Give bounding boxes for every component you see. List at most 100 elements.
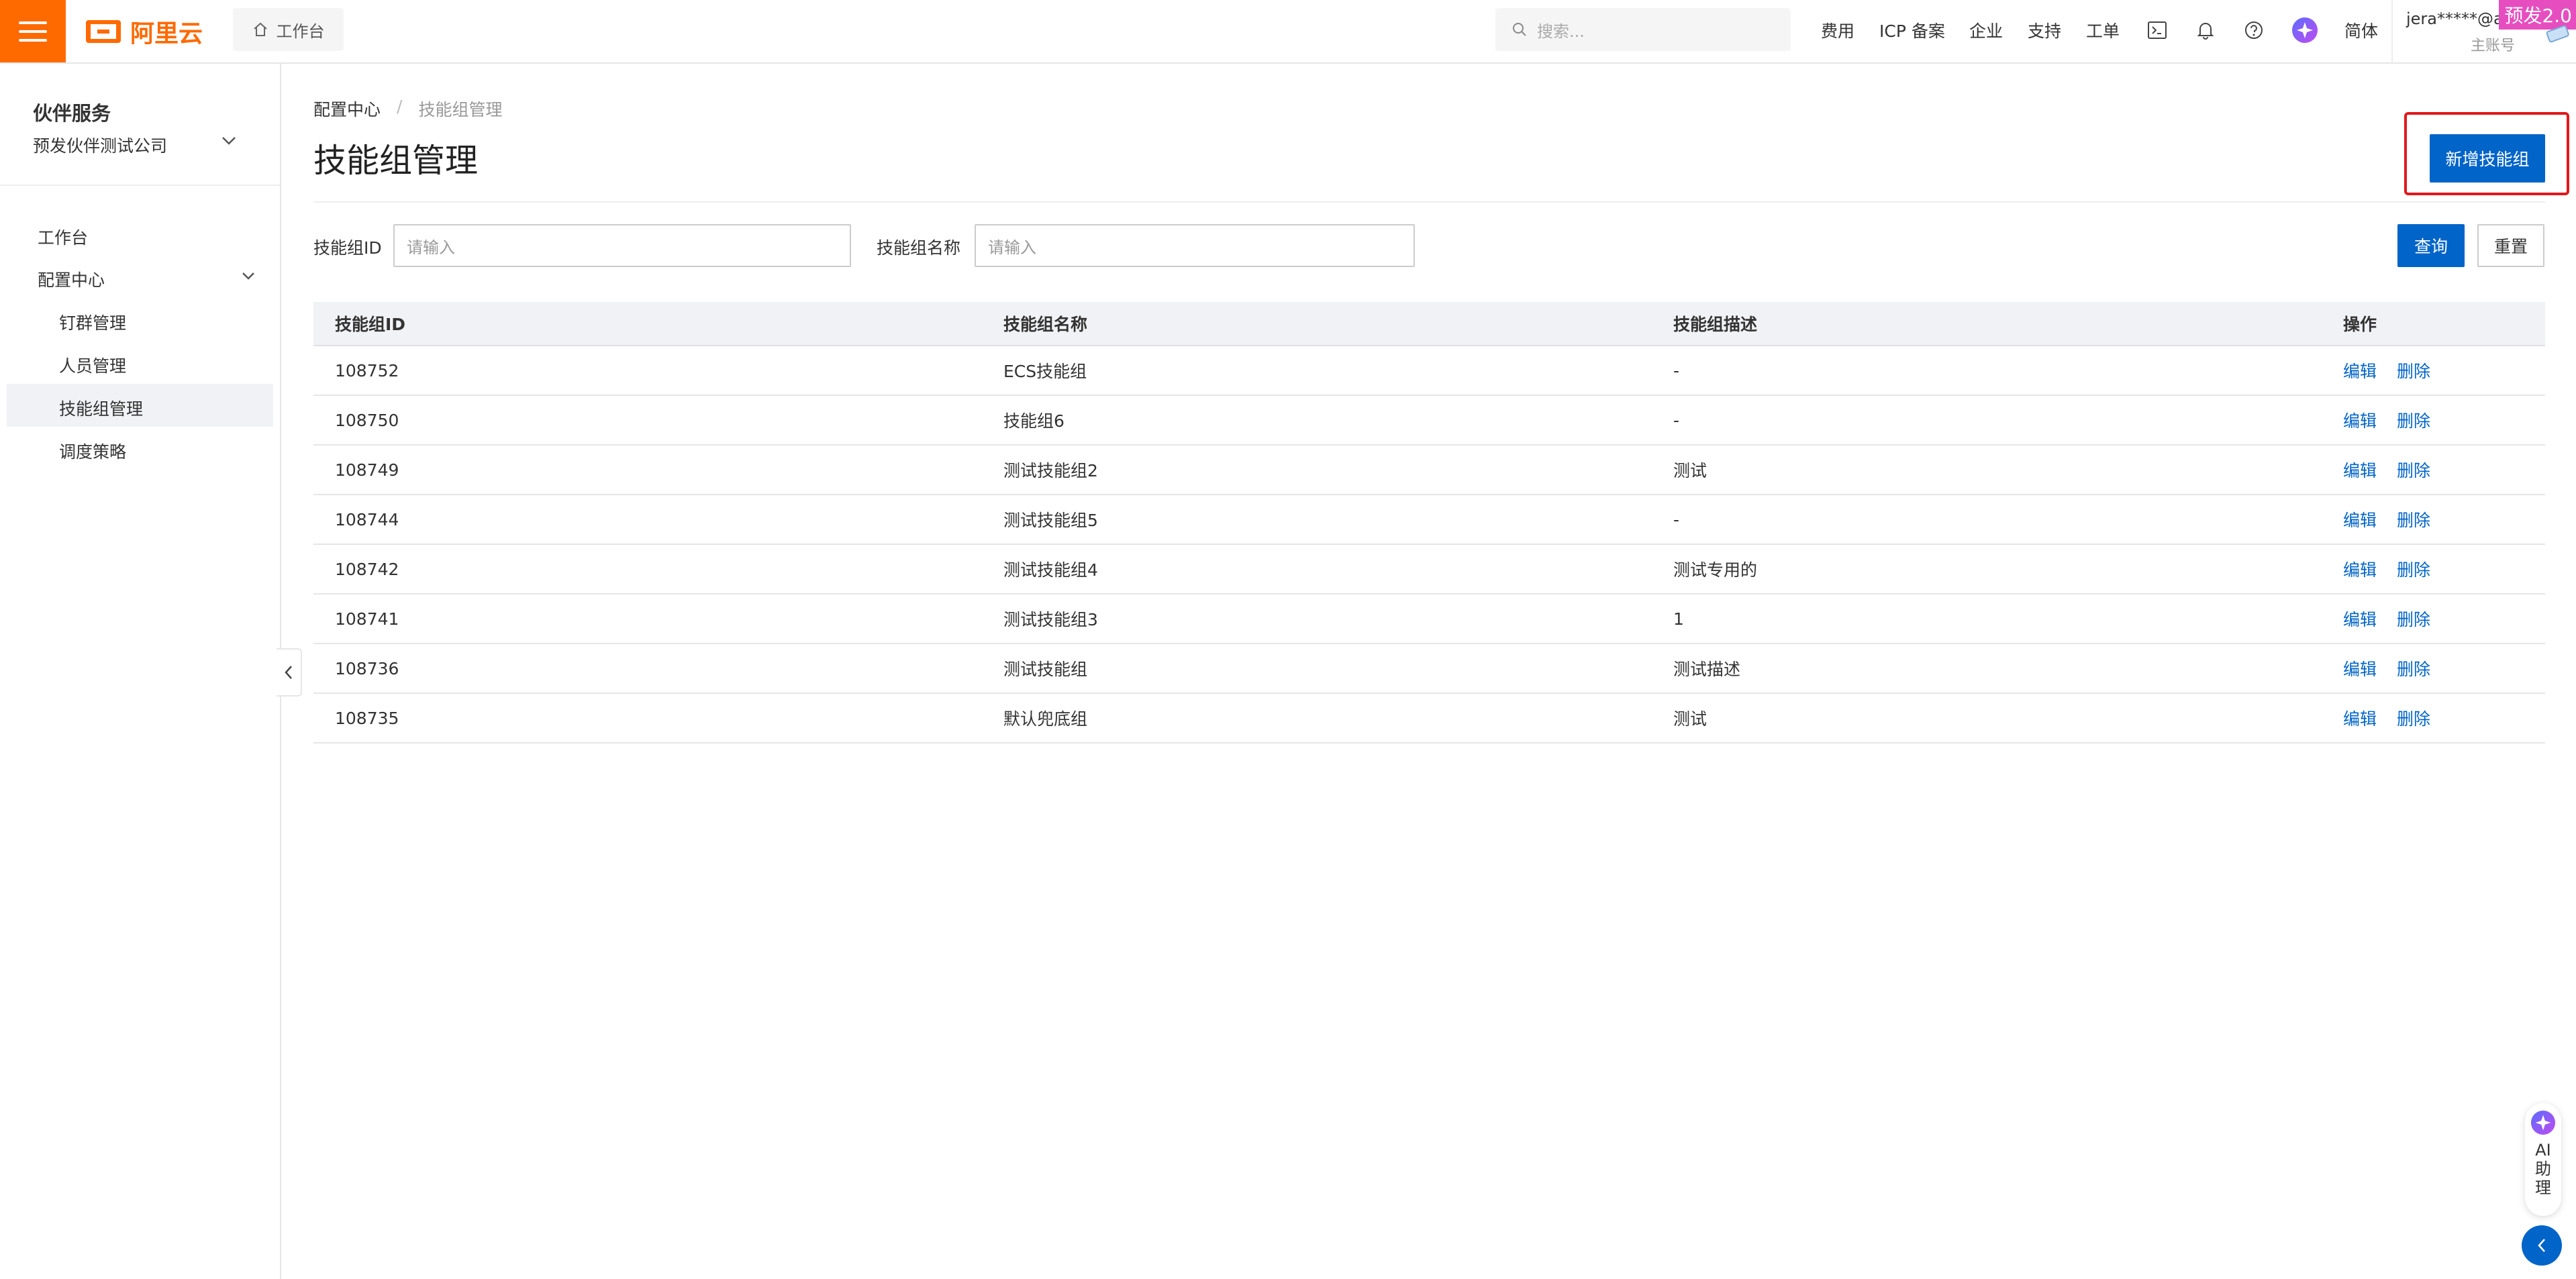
user-role: 主账号 bbox=[2471, 38, 2516, 54]
nav-support[interactable]: 支持 bbox=[2028, 0, 2061, 60]
cell-id: 108742 bbox=[335, 559, 399, 579]
cell-id: 108749 bbox=[335, 460, 399, 480]
nav-enterprise[interactable]: 企业 bbox=[1969, 0, 2003, 60]
workbench-link[interactable]: 工作台 bbox=[233, 8, 344, 51]
edit-link[interactable]: 编辑 bbox=[2343, 607, 2377, 631]
delete-link[interactable]: 删除 bbox=[2397, 656, 2430, 680]
edit-link[interactable]: 编辑 bbox=[2343, 706, 2377, 730]
table-row: 108742 测试技能组4 测试专用的 编辑 删除 bbox=[313, 545, 2545, 595]
cell-id: 108752 bbox=[335, 360, 399, 380]
breadcrumb: 配置中心 / 技能组管理 bbox=[313, 97, 502, 121]
cell-id: 108735 bbox=[335, 708, 399, 728]
chevron-down-icon[interactable] bbox=[242, 272, 255, 280]
nav-ticket[interactable]: 工单 bbox=[2086, 0, 2120, 60]
delete-link[interactable]: 删除 bbox=[2397, 358, 2430, 382]
table-row: 108735 默认兜底组 测试 编辑 删除 bbox=[313, 694, 2545, 744]
terminal-icon[interactable] bbox=[2148, 0, 2167, 60]
delete-link[interactable]: 删除 bbox=[2397, 706, 2430, 730]
workbench-label: 工作台 bbox=[276, 21, 325, 41]
skill-group-id-label: 技能组ID bbox=[313, 238, 382, 258]
header-name: 技能组名称 bbox=[1003, 315, 1088, 334]
menu-button[interactable] bbox=[0, 0, 66, 62]
table-row: 108752 ECS技能组 - 编辑 删除 bbox=[313, 346, 2545, 396]
sidebar-item-dingtalk-group[interactable]: 钉群管理 bbox=[59, 310, 126, 334]
table-row: 108750 技能组6 - 编辑 删除 bbox=[313, 396, 2545, 446]
breadcrumb-current: 技能组管理 bbox=[418, 100, 503, 119]
cell-desc: 测试 bbox=[1673, 709, 1707, 729]
name-placeholder: 请输入 bbox=[988, 238, 1036, 257]
top-bar: 阿里云 工作台 搜索... 费用 ICP 备案 企业 支持 工单 简体 jera… bbox=[0, 0, 2576, 64]
collapse-float-button[interactable] bbox=[2522, 1225, 2562, 1266]
edit-link[interactable]: 编辑 bbox=[2343, 557, 2377, 581]
user-menu[interactable]: jera*****@al... 主账号 预发2.0 bbox=[2391, 0, 2576, 62]
aliyun-logo[interactable]: 阿里云 bbox=[86, 15, 203, 48]
nav-icp[interactable]: ICP 备案 bbox=[1879, 0, 1945, 60]
table-row: 108736 测试技能组 测试描述 编辑 删除 bbox=[313, 644, 2545, 694]
id-placeholder: 请输入 bbox=[407, 238, 455, 257]
edit-link[interactable]: 编辑 bbox=[2343, 408, 2377, 432]
ai-assistant-label: AI助理 bbox=[2535, 1141, 2551, 1197]
lang-switch[interactable]: 简体 bbox=[2344, 0, 2378, 60]
sidebar-item-staff[interactable]: 人员管理 bbox=[59, 353, 126, 377]
cell-desc: 测试 bbox=[1673, 461, 1707, 480]
edit-link[interactable]: 编辑 bbox=[2343, 358, 2377, 382]
bell-icon[interactable] bbox=[2197, 0, 2214, 60]
tag-icon bbox=[2546, 25, 2569, 43]
header-desc: 技能组描述 bbox=[1673, 315, 1758, 334]
table-header: 技能组ID 技能组名称 技能组描述 操作 bbox=[313, 302, 2545, 346]
cell-id: 108750 bbox=[335, 410, 399, 430]
nav-fee[interactable]: 费用 bbox=[1821, 0, 1854, 60]
sidebar-item-config-center[interactable]: 配置中心 bbox=[38, 267, 105, 291]
sidebar-item-dispatch-policy[interactable]: 调度策略 bbox=[59, 439, 126, 463]
ai-assistant-button[interactable]: AI助理 bbox=[2525, 1103, 2561, 1216]
company-name: 预发伙伴测试公司 bbox=[33, 136, 168, 156]
cell-name: 测试技能组 bbox=[1003, 660, 1088, 679]
search-input[interactable]: 搜索... bbox=[1495, 8, 1791, 51]
sidebar-item-workbench[interactable]: 工作台 bbox=[38, 225, 88, 249]
edit-link[interactable]: 编辑 bbox=[2343, 507, 2377, 531]
skill-group-id-input[interactable]: 请输入 bbox=[393, 224, 851, 267]
table-row: 108744 测试技能组5 - 编辑 删除 bbox=[313, 495, 2545, 545]
delete-link[interactable]: 删除 bbox=[2397, 607, 2430, 631]
header-id: 技能组ID bbox=[335, 315, 406, 334]
sidebar-item-skill-group[interactable]: 技能组管理 bbox=[59, 396, 143, 420]
reset-button[interactable]: 重置 bbox=[2477, 224, 2544, 267]
add-skill-group-button[interactable]: 新增技能组 bbox=[2430, 134, 2545, 183]
cell-desc: 1 bbox=[1673, 609, 1684, 629]
query-button[interactable]: 查询 bbox=[2397, 224, 2465, 267]
logo-text: 阿里云 bbox=[130, 20, 203, 48]
page-title: 技能组管理 bbox=[313, 142, 479, 180]
sidebar-divider bbox=[0, 185, 280, 186]
cell-name: 测试技能组4 bbox=[1003, 560, 1098, 580]
sidebar-collapse-button[interactable] bbox=[277, 648, 302, 697]
skill-group-name-input[interactable]: 请输入 bbox=[975, 224, 1415, 267]
ai-star-icon[interactable] bbox=[2291, 0, 2318, 60]
chevron-left-icon bbox=[285, 666, 292, 679]
breadcrumb-separator: / bbox=[397, 97, 403, 116]
cell-name: 技能组6 bbox=[1003, 411, 1064, 431]
cell-desc: - bbox=[1673, 360, 1680, 380]
edit-link[interactable]: 编辑 bbox=[2343, 656, 2377, 680]
chevron-down-icon[interactable] bbox=[221, 136, 236, 146]
delete-link[interactable]: 删除 bbox=[2397, 557, 2430, 581]
header-actions: 操作 bbox=[2343, 315, 2377, 334]
sidebar-title: 伙伴服务 bbox=[33, 102, 111, 125]
cell-name: 测试技能组2 bbox=[1003, 461, 1098, 480]
search-icon bbox=[1513, 23, 1526, 36]
breadcrumb-parent[interactable]: 配置中心 bbox=[313, 97, 381, 121]
edit-link[interactable]: 编辑 bbox=[2343, 458, 2377, 482]
delete-link[interactable]: 删除 bbox=[2397, 507, 2430, 531]
skill-group-table: 技能组ID 技能组名称 技能组描述 操作 108752 ECS技能组 - 编辑 删除 10… bbox=[313, 302, 2545, 744]
delete-link[interactable]: 删除 bbox=[2397, 458, 2430, 482]
help-icon[interactable] bbox=[2244, 0, 2263, 60]
company-selector[interactable]: 预发伙伴测试公司 bbox=[33, 133, 167, 157]
cell-name: 测试技能组5 bbox=[1003, 511, 1098, 530]
cell-id: 108744 bbox=[335, 509, 399, 529]
cell-id: 108741 bbox=[335, 609, 399, 629]
aliyun-logo-mark bbox=[86, 20, 121, 43]
cell-name: 测试技能组3 bbox=[1003, 610, 1098, 629]
table-row: 108741 测试技能组3 1 编辑 删除 bbox=[313, 595, 2545, 644]
delete-link[interactable]: 删除 bbox=[2397, 408, 2430, 432]
title-divider bbox=[313, 201, 2545, 203]
skill-group-name-label: 技能组名称 bbox=[877, 238, 961, 258]
